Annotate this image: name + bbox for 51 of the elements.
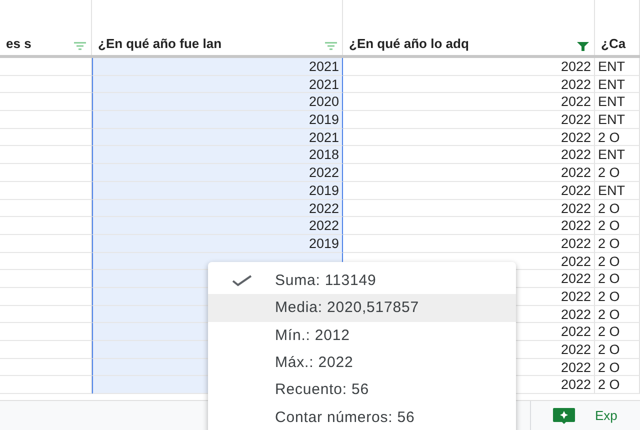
- column-header[interactable]: ¿En qué año lo adq: [349, 36, 469, 51]
- table-cell: 2 O: [595, 341, 640, 359]
- filter-icon[interactable]: [576, 41, 590, 51]
- table-cell: 2022: [343, 217, 595, 235]
- column-header[interactable]: ¿Ca: [601, 36, 626, 51]
- table-cell: ENT: [595, 93, 640, 112]
- table-cell: 2 O: [595, 252, 640, 270]
- sparkle-icon: [553, 408, 575, 424]
- table-cell: 2 O: [595, 323, 640, 341]
- table-cell: 2022: [343, 58, 595, 76]
- column-header[interactable]: ¿En qué año fue lan: [98, 36, 222, 51]
- table-cell: 2022: [343, 128, 595, 146]
- explore-button[interactable]: Exp: [530, 401, 640, 430]
- table-cell: ENT: [595, 58, 640, 76]
- table-cell: 2 O: [595, 234, 640, 253]
- menu-item[interactable]: Contar números: 56: [208, 403, 516, 430]
- menu-item[interactable]: Media: 2020,517857: [208, 294, 516, 322]
- table-cell: ENT: [595, 76, 640, 94]
- table-cell: 2 O: [595, 128, 640, 146]
- table-cell: 2022: [343, 200, 595, 218]
- table-cell: 2 O: [595, 376, 640, 394]
- table-cell: 2 O: [595, 200, 640, 218]
- table-cell: 2022: [343, 164, 595, 182]
- menu-label: Contar números: 56: [275, 408, 415, 426]
- table-cell: ENT: [595, 182, 640, 200]
- table-cell: 2021: [92, 128, 343, 146]
- table-cell: 2 O: [595, 164, 640, 182]
- column-header[interactable]: es s: [6, 36, 32, 51]
- table-cell: 2 O: [595, 306, 640, 324]
- table-cell: 2 O: [595, 288, 640, 306]
- table-cell: 2019: [92, 182, 343, 200]
- table-cell: 2021: [92, 76, 343, 94]
- table-cell: 2022: [343, 93, 595, 112]
- table-cell: 2022: [343, 146, 595, 164]
- table-cell: 2 O: [595, 217, 640, 235]
- table-cell: 2022: [92, 200, 343, 218]
- table-cell: 2022: [92, 217, 343, 235]
- table-cell: 2022: [343, 111, 595, 129]
- table-cell: 2019: [92, 234, 343, 253]
- table-cell: 2020: [92, 93, 343, 112]
- table-cell: 2022: [343, 234, 595, 253]
- table-cell: 2022: [343, 182, 595, 200]
- table-cell: 2019: [92, 111, 343, 129]
- table-cell: 2022: [92, 164, 343, 182]
- table-cell: 2022: [343, 76, 595, 94]
- table-cell: 2 O: [595, 358, 640, 376]
- table-cell: 2 O: [595, 270, 640, 288]
- table-cell: ENT: [595, 146, 640, 164]
- table-cell: ENT: [595, 111, 640, 129]
- table-cell: 2018: [92, 146, 343, 164]
- table-cell: 2021: [92, 58, 343, 76]
